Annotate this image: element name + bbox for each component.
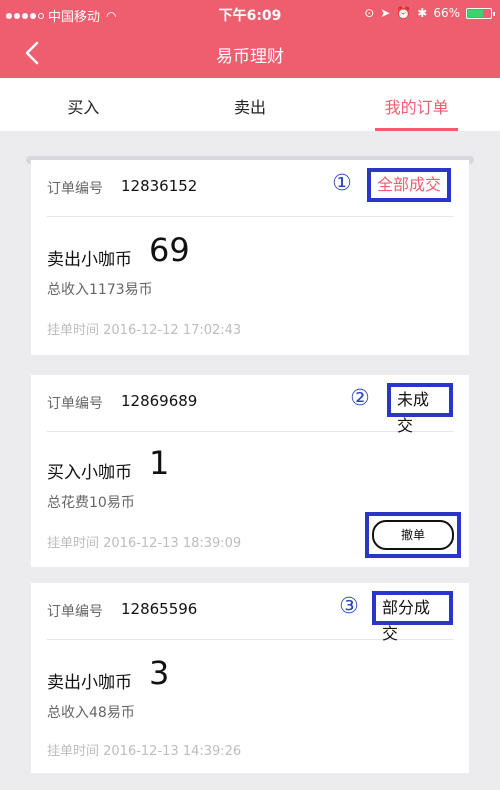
cancel-order-button[interactable]: 撤单 (372, 520, 454, 550)
trade-amount: 1 (149, 444, 170, 482)
order-summary: 总收入48易币 (47, 705, 135, 721)
order-summary: 总收入1173易币 (47, 282, 153, 298)
order-body: 买入小咖币 1 总花费10易币 挂单时间 2016-12-13 18:39:09… (47, 432, 461, 568)
order-time: 挂单时间 2016-12-12 17:02:43 (47, 323, 242, 338)
battery-percent: 66% (433, 6, 460, 20)
status-bar: 中国移动 ◠ 下午6:09 ⊙ ➤ ⏰ ✱ 66% (0, 0, 500, 28)
bluetooth-icon: ✱ (417, 6, 428, 20)
tab-my-orders[interactable]: 我的订单 (333, 78, 500, 131)
status-icons: ⊙ ➤ ⏰ ✱ 66% (364, 6, 495, 20)
order-card[interactable]: 订单编号 12865596 ③ 部分成交 卖出小咖币 3 总收入48易币 挂单时… (31, 583, 469, 779)
order-header: 订单编号 12865596 ③ 部分成交 (47, 583, 453, 643)
order-id: 12865596 (121, 600, 198, 618)
order-header: 订单编号 12836152 ① 全部成交 (47, 160, 453, 217)
trade-amount: 69 (149, 231, 190, 269)
trade-label: 卖出小咖币 (47, 673, 132, 693)
order-id-label: 订单编号 (47, 181, 103, 197)
battery-icon (466, 7, 495, 19)
status-badge: 全部成交 (367, 168, 452, 202)
order-card[interactable]: 订单编号 12836152 ① 全部成交 卖出小咖币 69 总收入1173易币 … (31, 160, 469, 361)
tab-bar: 买入 卖出 我的订单 (0, 78, 500, 131)
status-badge: 未成交 (387, 383, 453, 435)
page-title: 易币理财 (216, 47, 284, 67)
annotation-marker-1: ① (332, 171, 352, 196)
order-id-label: 订单编号 (47, 396, 103, 412)
tab-buy[interactable]: 买入 (0, 78, 167, 131)
order-time: 挂单时间 2016-12-13 14:39:26 (47, 744, 242, 759)
order-time: 挂单时间 2016-12-13 18:39:09 (47, 536, 242, 551)
cancel-button-highlight: 撤单 (365, 512, 461, 558)
order-id-label: 订单编号 (47, 604, 103, 620)
trade-amount: 3 (149, 654, 170, 692)
tab-sell[interactable]: 卖出 (167, 78, 334, 131)
order-summary: 总花费10易币 (47, 495, 135, 511)
order-body: 卖出小咖币 69 总收入1173易币 挂单时间 2016-12-12 17:02… (47, 217, 453, 356)
rotation-lock-icon: ⊙ (364, 6, 375, 20)
location-icon: ➤ (380, 6, 391, 20)
annotation-marker-3: ③ (339, 594, 359, 619)
status-badge: 部分成交 (372, 591, 453, 643)
order-id: 12869689 (121, 392, 198, 410)
order-card[interactable]: 订单编号 12869689 ② 未成交 买入小咖币 1 总花费10易币 挂单时间… (31, 375, 469, 573)
trade-label: 买入小咖币 (47, 463, 132, 483)
alarm-icon: ⏰ (396, 6, 412, 20)
nav-bar: 易币理财 (0, 28, 500, 78)
annotation-marker-2: ② (350, 386, 370, 411)
order-header: 订单编号 12869689 ② 未成交 (47, 375, 453, 435)
order-body: 卖出小咖币 3 总收入48易币 挂单时间 2016-12-13 14:39:26 (47, 640, 453, 774)
trade-label: 卖出小咖币 (47, 250, 132, 270)
order-id: 12836152 (121, 177, 198, 195)
